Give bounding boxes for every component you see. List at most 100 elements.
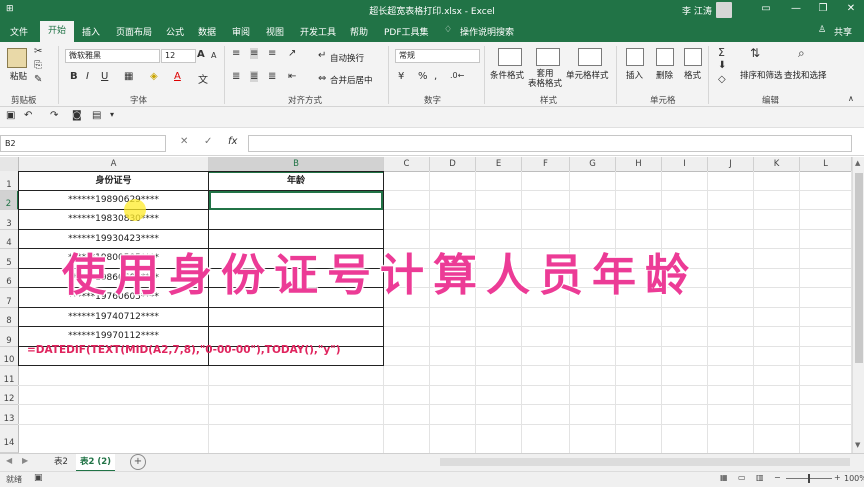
tab-review[interactable]: 审阅 bbox=[232, 25, 250, 38]
undo-icon[interactable]: ↶ bbox=[24, 110, 32, 121]
cell-styles-button[interactable]: 单元格样式 bbox=[566, 69, 609, 81]
column-header-j[interactable]: J bbox=[708, 157, 754, 172]
grow-font-button[interactable]: A bbox=[197, 49, 205, 60]
fill-color-icon[interactable]: ◈ bbox=[150, 71, 158, 82]
cell-a1[interactable]: 身份证号 bbox=[19, 172, 208, 191]
row-header-1[interactable]: 1 bbox=[0, 171, 19, 191]
row-header-6[interactable]: 6 bbox=[0, 269, 19, 288]
add-sheet-button[interactable]: + bbox=[130, 454, 146, 470]
close-button[interactable]: ✕ bbox=[840, 3, 862, 14]
scroll-down-icon[interactable]: ▼ bbox=[855, 441, 860, 449]
row-header-11[interactable]: 11 bbox=[0, 366, 19, 386]
tab-insert[interactable]: 插入 bbox=[82, 25, 100, 38]
selected-cell-b2[interactable] bbox=[209, 191, 383, 210]
worksheet-grid[interactable]: ABCDEFGHIJKL 1 2 3 4 5 6 7 8 9 10 11 12 13 14 身份证号 年龄… bbox=[0, 157, 852, 453]
column-header-c[interactable]: C bbox=[384, 157, 430, 172]
delete-cells-icon[interactable] bbox=[656, 48, 674, 66]
redo-icon[interactable]: ↷ bbox=[50, 110, 58, 121]
font-name-combo[interactable]: 微软雅黑 bbox=[65, 49, 160, 63]
align-bottom-icon[interactable]: ≡ bbox=[268, 48, 276, 59]
font-color-icon[interactable]: A bbox=[174, 71, 181, 82]
row-header-9[interactable]: 9 bbox=[0, 327, 19, 347]
orientation-icon[interactable]: ↗ bbox=[288, 48, 296, 59]
sheet-tab-2[interactable]: 表2 (2) bbox=[76, 454, 116, 472]
tab-pdf-tools[interactable]: PDF工具集 bbox=[384, 25, 429, 38]
clear-icon[interactable]: ◇ bbox=[718, 74, 726, 85]
number-format-combo[interactable]: 常规 bbox=[395, 49, 480, 63]
print-preview-icon[interactable]: ▤ bbox=[92, 110, 101, 121]
maximize-button[interactable]: ❐ bbox=[812, 3, 834, 14]
insert-cells-icon[interactable] bbox=[626, 48, 644, 66]
copy-icon[interactable]: ⎘ bbox=[34, 60, 42, 71]
id-cell[interactable]: ******19740712**** bbox=[19, 308, 208, 326]
find-select-icon[interactable]: ⌕ bbox=[798, 46, 805, 61]
tab-file[interactable]: 文件 bbox=[10, 25, 28, 38]
vertical-scrollbar[interactable]: ▲ ▼ bbox=[852, 157, 864, 453]
column-header-g[interactable]: G bbox=[570, 157, 616, 172]
comma-button[interactable]: , bbox=[434, 71, 437, 82]
sort-filter-icon[interactable]: ⇅ bbox=[750, 46, 760, 60]
align-right-icon[interactable]: ≣ bbox=[268, 71, 276, 82]
paste-button[interactable]: 粘贴 bbox=[10, 70, 27, 82]
select-all-corner[interactable] bbox=[0, 157, 19, 172]
row-header-12[interactable]: 12 bbox=[0, 386, 19, 405]
cut-icon[interactable]: ✂ bbox=[34, 46, 42, 57]
row-header-4[interactable]: 4 bbox=[0, 230, 19, 249]
format-painter-icon[interactable]: ✎ bbox=[34, 74, 42, 85]
row-header-13[interactable]: 13 bbox=[0, 405, 19, 425]
next-sheet-icon[interactable]: ▶ bbox=[22, 456, 28, 465]
find-select-button[interactable]: 查找和选择 bbox=[784, 69, 827, 81]
enter-formula-button[interactable]: ✓ bbox=[204, 136, 212, 147]
borders-icon[interactable]: ▦ bbox=[124, 71, 133, 82]
phonetic-icon[interactable]: 文 bbox=[198, 71, 208, 86]
align-middle-icon[interactable]: ≡ bbox=[250, 48, 259, 59]
tab-help[interactable]: 帮助 bbox=[350, 25, 368, 38]
name-box[interactable]: B2 bbox=[0, 135, 166, 152]
zoom-slider-thumb[interactable] bbox=[808, 474, 810, 483]
tab-developer[interactable]: 开发工具 bbox=[300, 25, 336, 38]
tab-formulas[interactable]: 公式 bbox=[166, 25, 184, 38]
format-cells-button[interactable]: 格式 bbox=[684, 69, 701, 81]
row-header-8[interactable]: 8 bbox=[0, 308, 19, 327]
id-cell[interactable]: ******19830830**** bbox=[19, 210, 208, 229]
cancel-formula-button[interactable]: ✕ bbox=[180, 136, 188, 147]
id-cell[interactable]: ******19890629**** bbox=[19, 191, 208, 209]
align-center-icon[interactable]: ≣ bbox=[250, 71, 259, 82]
merge-center-button[interactable]: 合并后居中 bbox=[330, 74, 373, 86]
autosum-icon[interactable]: Σ bbox=[718, 46, 725, 59]
tab-page-layout[interactable]: 页面布局 bbox=[116, 25, 152, 38]
horizontal-scrollbar[interactable] bbox=[440, 458, 850, 466]
collapse-ribbon-icon[interactable]: ∧ bbox=[848, 94, 854, 103]
row-header-14[interactable]: 14 bbox=[0, 425, 19, 453]
wrap-text-button[interactable]: 自动换行 bbox=[330, 52, 364, 64]
tab-view[interactable]: 视图 bbox=[266, 25, 284, 38]
align-left-icon[interactable]: ≣ bbox=[232, 71, 240, 82]
currency-icon[interactable]: ¥ bbox=[398, 71, 404, 82]
column-header-k[interactable]: K bbox=[754, 157, 800, 172]
italic-button[interactable]: I bbox=[86, 71, 89, 82]
fill-icon[interactable]: ⬇ bbox=[718, 60, 726, 71]
percent-button[interactable]: % bbox=[418, 71, 428, 82]
normal-view-icon[interactable]: ▦ bbox=[720, 473, 728, 482]
save-icon[interactable]: ▣ bbox=[6, 110, 15, 121]
scroll-up-icon[interactable]: ▲ bbox=[855, 159, 860, 167]
insert-function-button[interactable]: fx bbox=[228, 136, 237, 147]
tab-data[interactable]: 数据 bbox=[198, 25, 216, 38]
table-format-icon[interactable] bbox=[536, 48, 560, 66]
font-size-combo[interactable]: 12 bbox=[161, 49, 196, 63]
align-top-icon[interactable]: ≡ bbox=[232, 48, 240, 59]
increase-decimal-icon[interactable]: .0← bbox=[450, 71, 464, 80]
zoom-level[interactable]: 100% bbox=[844, 474, 864, 483]
conditional-format-button[interactable]: 条件格式 bbox=[490, 69, 524, 81]
zoom-in-icon[interactable]: + bbox=[834, 473, 841, 482]
column-header-l[interactable]: L bbox=[800, 157, 852, 172]
tell-me-search[interactable]: 操作说明搜索 bbox=[460, 25, 514, 38]
insert-cells-button[interactable]: 插入 bbox=[626, 69, 643, 81]
wrap-text-icon[interactable]: ↵ bbox=[318, 50, 326, 61]
column-header-f[interactable]: F bbox=[522, 157, 570, 172]
formula-input[interactable] bbox=[248, 135, 852, 152]
merge-center-icon[interactable]: ⇔ bbox=[318, 73, 326, 84]
avatar[interactable] bbox=[716, 2, 732, 18]
cell-b1[interactable]: 年龄 bbox=[209, 172, 383, 191]
cell-styles-icon[interactable] bbox=[578, 48, 602, 66]
